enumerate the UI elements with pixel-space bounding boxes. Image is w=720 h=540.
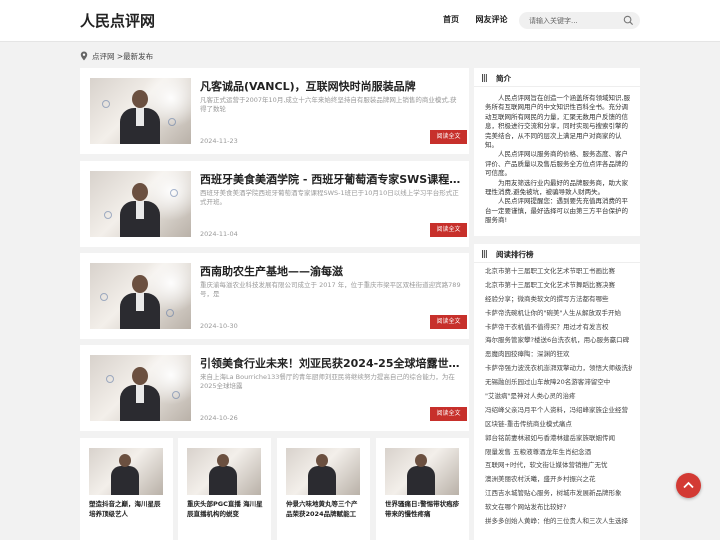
intro-header: ||| 简介 xyxy=(474,68,640,87)
ranking-item[interactable]: 北京市第十三届职工文化艺术节职工书画比赛 xyxy=(485,265,632,279)
article-summary: 凡客正式运营于2007年10月,成立十六年来始终坚持自有服装品牌网上销售的商业模… xyxy=(200,96,457,113)
article-title[interactable]: 西班牙美食美酒学院 - 西班牙葡萄酒专家SWS课程最新开课时间 xyxy=(200,171,462,187)
card-title[interactable]: 重庆头部PGC直播 海川星辰直播机构的蜕变 xyxy=(187,499,263,519)
ranking-item[interactable]: 卡萨帝洗碗机让你的"碗美"人生从解放双手开始 xyxy=(485,307,632,321)
article-date: 2024-10-26 xyxy=(200,414,238,422)
search-box[interactable]: 请输入关键字... xyxy=(519,12,640,29)
ranking-item[interactable]: 软文在哪个网站发布比较好? xyxy=(485,501,632,515)
site-header: 人民点评网 首页 网友评论 请输入关键字... xyxy=(0,0,720,42)
read-more-button[interactable]: 阅读全文 xyxy=(430,130,467,144)
ranking-item[interactable]: 卡萨帝强力波洗衣机澎湃双擎动力，领悟大师级洗护 xyxy=(485,362,632,376)
chevron-up-icon xyxy=(683,481,694,489)
article-title[interactable]: 引领美食行业未来！刘亚民获2024-25全球培露世界青年厨师大赛 xyxy=(200,355,462,371)
intro-paragraph: 人民点评网以服务商的价格、服务态度、客户评价、产品质量以及售后服务全方位点评各品… xyxy=(485,150,628,178)
ranking-title: 阅读排行榜 xyxy=(496,250,534,259)
article-item: 西班牙美食美酒学院 - 西班牙葡萄酒专家SWS课程最新开课时间 西班牙美食美酒学… xyxy=(80,161,469,247)
card-thumbnail[interactable] xyxy=(286,448,360,495)
card-item[interactable]: 世界骚痛日:警惕带状疱疹带来的慢性疼痛 xyxy=(376,438,469,540)
intro-paragraph: 人民点评网旨在创造一个涵盖所有领域知识,服务所有互联网用户的中文知识性百科全书。… xyxy=(485,94,631,150)
article-thumbnail[interactable] xyxy=(90,171,191,237)
article-summary: 来自上海La Bourriche133餐厅的青年厨师刘亚民将继续努力提高自己的综… xyxy=(200,373,455,390)
bars-icon: ||| xyxy=(481,73,488,82)
article-item: 凡客诚品(VANCL)，互联网快时尚服装品牌 凡客正式运营于2007年10月,成… xyxy=(80,68,469,154)
card-thumbnail[interactable] xyxy=(89,448,163,495)
ranking-item[interactable]: 江西吉水城管贴心服务，树城市发展新品牌形象 xyxy=(485,487,632,501)
article-date: 2024-10-30 xyxy=(200,322,238,330)
ranking-item[interactable]: 冯绍峰父亲冯月平个人资料，冯绍峰家族企业经营 xyxy=(485,404,632,418)
article-summary: 重庆渝每滋农业科技发展有限公司成立于 2017 年，位于重庆市梁平区双桂街道迎宾… xyxy=(200,281,461,298)
ranking-item[interactable]: 无锡融创乐园过山车故障20名游客滞留空中 xyxy=(485,376,632,390)
intro-title: 简介 xyxy=(496,74,511,83)
ranking-item[interactable]: 澳洲美丽农村沃曦，盛开乡村振兴之花 xyxy=(485,473,632,487)
back-to-top-button[interactable] xyxy=(676,473,701,498)
ranking-item[interactable]: 经验分享；微商类软文的撰写方法都有哪些 xyxy=(485,293,632,307)
intro-paragraph: 人民点评网提醒您：遇到要先充值再消费的平台一定要谨慎，最好选择可以由第三方平台保… xyxy=(485,197,628,225)
card-item[interactable]: 重庆头部PGC直播 海川星辰直播机构的蜕变 xyxy=(178,438,271,540)
location-pin-icon xyxy=(80,51,88,61)
card-thumbnail[interactable] xyxy=(385,448,459,495)
article-title[interactable]: 凡客诚品(VANCL)，互联网快时尚服装品牌 xyxy=(200,78,462,94)
ranking-item[interactable]: "艾滋病"是神对人类心灵的治疼 xyxy=(485,390,632,404)
main-nav: 首页 网友评论 xyxy=(443,14,522,25)
card-item[interactable]: 塑造抖音之巅，海川星辰培养顶级艺人 xyxy=(80,438,173,540)
article-thumbnail[interactable] xyxy=(90,263,191,329)
read-more-button[interactable]: 阅读全文 xyxy=(430,407,467,421)
ranking-item[interactable]: 拼多多创始人黄峥：他的三位贵人和三次人生选择 xyxy=(485,515,632,529)
ranking-item[interactable]: 海尔服务管家攀?楼送6台洗衣机，用心服务赢口碑 xyxy=(485,334,632,348)
breadcrumb: 点评网 >最新发布 xyxy=(80,51,153,62)
ranking-item[interactable]: 卡萨帝干衣机值不值得买？用过才有发言权 xyxy=(485,321,632,335)
article-summary: 西班牙美食美酒学院西班牙葡萄酒专家课程SWS-1班已于10月10日以线上学习平台… xyxy=(200,189,459,206)
ranking-item[interactable]: 区块链-重击传统商业模式痛点 xyxy=(485,418,632,432)
card-title[interactable]: 塑造抖音之巅，海川星辰培养顶级艺人 xyxy=(89,499,165,519)
article-date: 2024-11-04 xyxy=(200,230,238,238)
article-item: 西南助农生产基地——渝每滋 重庆渝每滋农业科技发展有限公司成立于 2017 年，… xyxy=(80,253,469,339)
card-grid: 塑造抖音之巅，海川星辰培养顶级艺人 重庆头部PGC直播 海川星辰直播机构的蜕变 … xyxy=(80,438,469,540)
ranking-item[interactable]: 限量发售 五粮液尊酒龙年生肖纪念酒 xyxy=(485,446,632,460)
article-title[interactable]: 西南助农生产基地——渝每滋 xyxy=(200,263,462,279)
intro-paragraph: 为用友筛选行业内最好的品牌服务商，助大家理性消费,避免被坑，被骗导致人财两失。 xyxy=(485,178,628,197)
intro-panel: ||| 简介 人民点评网旨在创造一个涵盖所有领域知识,服务所有互联网用户的中文知… xyxy=(474,68,640,236)
ranking-item[interactable]: 郭台铭前妻林淑如与香港林建岳家族联姻传闻 xyxy=(485,432,632,446)
ranking-list: 北京市第十三届职工文化艺术节职工书画比赛 北京市第十三届职工文化艺术节舞蹈比赛决… xyxy=(474,263,640,529)
bars-icon: ||| xyxy=(481,249,488,258)
ranking-header: ||| 阅读排行榜 xyxy=(474,244,640,263)
site-logo[interactable]: 人民点评网 xyxy=(80,10,155,31)
article-item: 引领美食行业未来！刘亚民获2024-25全球培露世界青年厨师大赛 来自上海La … xyxy=(80,345,469,431)
card-title[interactable]: 仲景六味地黄丸等三个产品荣获2024品牌赋能工程 xyxy=(286,499,362,519)
card-item[interactable]: 仲景六味地黄丸等三个产品荣获2024品牌赋能工程 xyxy=(277,438,370,540)
read-more-button[interactable]: 阅读全文 xyxy=(430,223,467,237)
nav-home[interactable]: 首页 xyxy=(443,15,459,24)
read-more-button[interactable]: 阅读全文 xyxy=(430,315,467,329)
nav-user-reviews[interactable]: 网友评论 xyxy=(476,15,508,24)
article-thumbnail[interactable] xyxy=(90,355,191,421)
intro-text: 人民点评网旨在创造一个涵盖所有领域知识,服务所有互联网用户的中文知识性百科全书。… xyxy=(474,87,640,226)
article-thumbnail[interactable] xyxy=(90,78,191,144)
ranking-item[interactable]: 恶魔肉园狡瘴陶：深渊的狂欢 xyxy=(485,348,632,362)
ranking-item[interactable]: 互联网+时代，软文街让媒体营销推广无忧 xyxy=(485,459,632,473)
card-title[interactable]: 世界骚痛日:警惕带状疱疹带来的慢性疼痛 xyxy=(385,499,461,519)
breadcrumb-text[interactable]: 点评网 >最新发布 xyxy=(92,52,153,61)
search-input[interactable]: 请输入关键字... xyxy=(529,16,578,26)
ranking-panel: ||| 阅读排行榜 北京市第十三届职工文化艺术节职工书画比赛 北京市第十三届职工… xyxy=(474,244,640,540)
card-thumbnail[interactable] xyxy=(187,448,261,495)
article-date: 2024-11-23 xyxy=(200,137,238,145)
ranking-item[interactable]: 北京市第十三届职工文化艺术节舞蹈比赛决赛 xyxy=(485,279,632,293)
search-icon[interactable] xyxy=(623,15,634,26)
